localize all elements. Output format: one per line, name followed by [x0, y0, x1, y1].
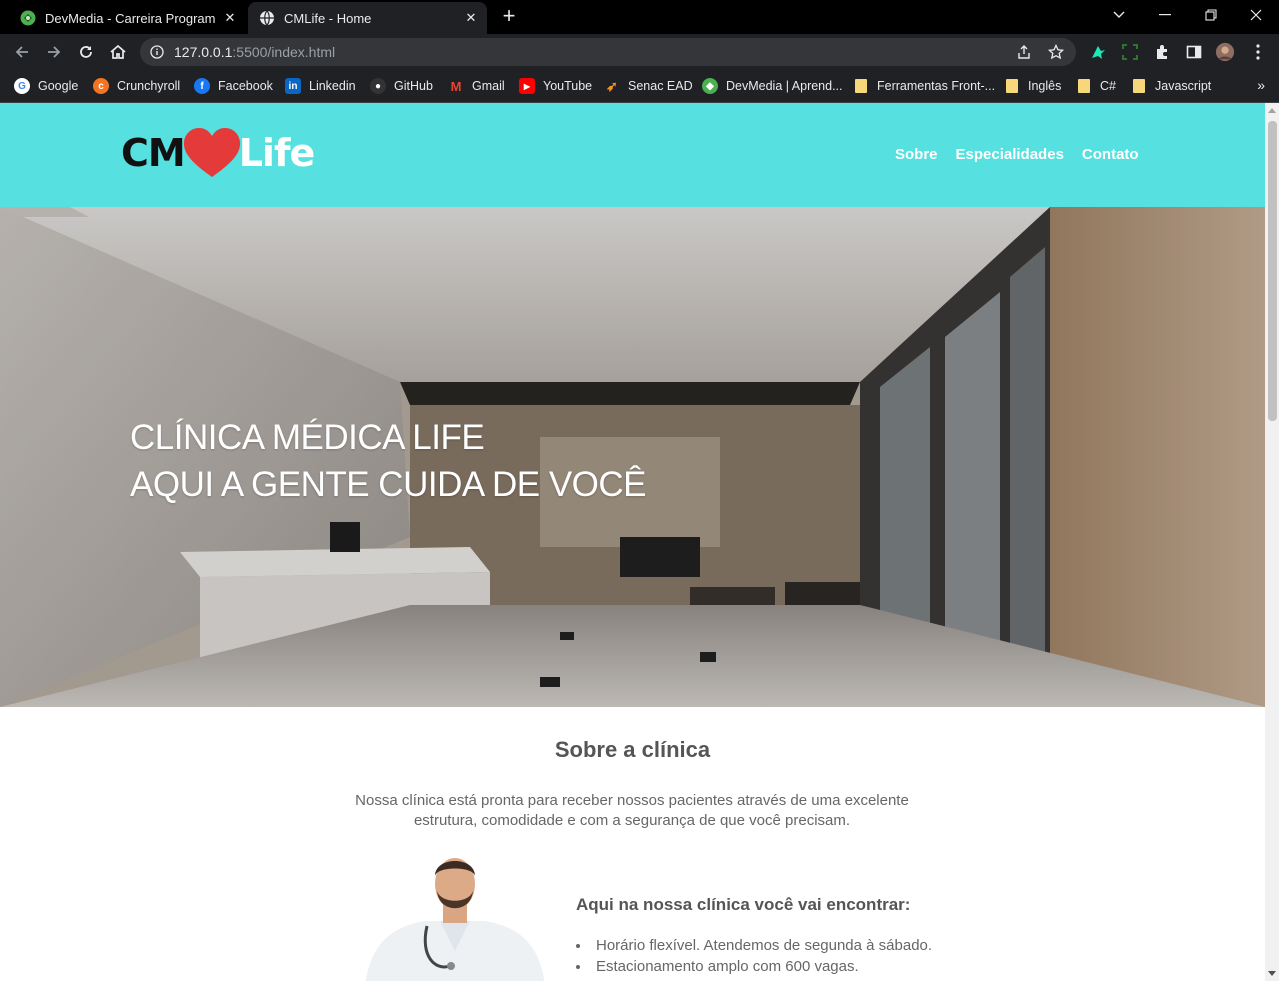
- scroll-up-icon[interactable]: [1268, 108, 1276, 113]
- features-title: Aqui na nossa clínica você vai encontrar…: [576, 895, 911, 914]
- youtube-icon: ▶: [519, 78, 535, 94]
- bookmark-google[interactable]: G Google: [14, 76, 78, 96]
- gmail-icon: M: [450, 78, 462, 94]
- more-bookmarks-icon[interactable]: »: [1257, 77, 1265, 93]
- bookmark-github[interactable]: ● GitHub: [370, 76, 433, 96]
- close-tab-icon[interactable]: ✕: [222, 10, 238, 26]
- devmedia-icon: [20, 10, 36, 26]
- extension-bird-icon[interactable]: [1088, 42, 1108, 62]
- scroll-down-icon[interactable]: [1268, 971, 1276, 976]
- github-icon: ●: [370, 78, 386, 94]
- hero-title-line-1: CLÍNICA MÉDICA LIFE: [130, 418, 485, 457]
- side-panel-icon[interactable]: [1184, 42, 1204, 62]
- nav-contato[interactable]: Contato: [1082, 146, 1139, 163]
- folder-icon: [1133, 79, 1145, 93]
- share-icon[interactable]: [1016, 44, 1032, 60]
- bookmark-crunchyroll[interactable]: c Crunchyroll: [93, 76, 180, 96]
- close-tab-icon[interactable]: ✕: [463, 10, 479, 26]
- profile-avatar[interactable]: [1215, 42, 1235, 62]
- main-nav: Sobre Especialidades Contato: [895, 146, 1157, 163]
- site-header: CM Life Sobre Especialidades Contato: [0, 103, 1265, 207]
- scrollbar-thumb[interactable]: [1268, 121, 1277, 421]
- heart-icon: [183, 128, 240, 177]
- google-icon: G: [14, 78, 30, 94]
- about-intro: Nossa clínica está pronta para receber n…: [355, 792, 909, 829]
- address-bar[interactable]: 127.0.0.1:5500/index.html: [140, 38, 1076, 66]
- page-viewport: CM Life Sobre Especialidades Contato CLÍ…: [0, 103, 1265, 981]
- close-window-icon[interactable]: [1233, 0, 1279, 30]
- bookmark-folder-javascript[interactable]: Javascript: [1133, 76, 1211, 96]
- bookmark-label: Javascript: [1155, 79, 1212, 93]
- bookmarks-bar: G Google c Crunchyroll f Facebook in Lin…: [0, 70, 1279, 103]
- bookmark-gmail[interactable]: M Gmail: [448, 76, 505, 96]
- forward-icon[interactable]: [42, 40, 66, 64]
- nav-sobre[interactable]: Sobre: [895, 146, 938, 163]
- bookmark-facebook[interactable]: f Facebook: [194, 76, 273, 96]
- doctor-image: [365, 858, 545, 981]
- back-icon[interactable]: [10, 40, 34, 64]
- bookmark-label: Gmail: [472, 79, 505, 93]
- restore-icon[interactable]: [1188, 0, 1234, 30]
- logo-text-right: Life: [238, 131, 316, 175]
- bookmark-label: GitHub: [394, 79, 433, 93]
- home-icon[interactable]: [106, 40, 130, 64]
- hero-banner: CLÍNICA MÉDICA LIFE AQUI A GENTE CUIDA D…: [0, 207, 1265, 707]
- features-list: Horário flexível. Atendemos de segunda à…: [576, 935, 932, 977]
- globe-icon: [260, 10, 274, 26]
- bookmark-label: DevMedia | Aprend...: [726, 79, 843, 93]
- tab-search-icon[interactable]: [1096, 0, 1142, 30]
- folder-icon: [1006, 79, 1018, 93]
- extensions-puzzle-icon[interactable]: [1152, 42, 1172, 62]
- bookmark-folder-ingles[interactable]: Inglês: [1006, 76, 1061, 96]
- tab-devmedia[interactable]: DevMedia - Carreira Programador ✕: [0, 2, 246, 34]
- bookmark-label: Facebook: [218, 79, 273, 93]
- bookmark-label: Senac EAD: [628, 79, 693, 93]
- hero-title: CLÍNICA MÉDICA LIFE AQUI A GENTE CUIDA D…: [130, 414, 647, 508]
- info-icon[interactable]: [150, 45, 164, 59]
- logo-text-left: CM: [121, 131, 186, 175]
- bookmark-label: Ferramentas Front-...: [877, 79, 996, 93]
- bookmark-label: Crunchyroll: [117, 79, 181, 93]
- folder-icon: [855, 79, 867, 93]
- browser-toolbar: 127.0.0.1:5500/index.html: [0, 34, 1279, 70]
- about-title: Sobre a clínica: [554, 737, 711, 762]
- list-item: Estacionamento amplo com 600 vagas.: [576, 956, 932, 977]
- crunchyroll-icon: c: [93, 78, 109, 94]
- list-item: Horário flexível. Atendemos de segunda à…: [576, 935, 932, 956]
- bookmark-folder-ferramentas[interactable]: Ferramentas Front-...: [855, 76, 995, 96]
- facebook-icon: f: [194, 78, 210, 94]
- extension-capture-icon[interactable]: [1120, 42, 1140, 62]
- tab-strip: DevMedia - Carreira Programador ✕ CMLife…: [0, 0, 1279, 34]
- new-tab-button[interactable]: +: [497, 5, 521, 29]
- linkedin-icon: in: [285, 78, 301, 94]
- tab-cmlife[interactable]: CMLife - Home ✕: [248, 2, 487, 34]
- bookmark-label: Google: [38, 79, 79, 93]
- nav-especialidades[interactable]: Especialidades: [956, 146, 1064, 163]
- site-logo[interactable]: CM Life: [121, 127, 316, 179]
- reload-icon[interactable]: [74, 40, 98, 64]
- bookmark-label: Linkedin: [309, 79, 356, 93]
- features-block: Aqui na nossa clínica você vai encontrar…: [576, 895, 932, 977]
- bookmark-folder-csharp[interactable]: C#: [1078, 76, 1116, 96]
- senac-icon: ➶: [606, 77, 618, 94]
- bookmark-star-icon[interactable]: [1048, 44, 1064, 60]
- hero-title-line-2: AQUI A GENTE CUIDA DE VOCÊ: [130, 465, 647, 504]
- bookmark-label: C#: [1100, 79, 1116, 93]
- bookmark-senac[interactable]: ➶ Senac EAD: [604, 76, 693, 96]
- page-scrollbar[interactable]: [1265, 103, 1279, 981]
- url-text: 127.0.0.1:5500/index.html: [174, 44, 336, 60]
- bookmark-linkedin[interactable]: in Linkedin: [285, 76, 356, 96]
- tab-title: CMLife - Home: [284, 10, 372, 26]
- bookmark-label: Inglês: [1028, 79, 1062, 93]
- bookmark-devmedia[interactable]: ◆ DevMedia | Aprend...: [702, 76, 843, 96]
- folder-icon: [1078, 79, 1090, 93]
- menu-kebab-icon[interactable]: [1248, 42, 1268, 62]
- tab-title: DevMedia - Carreira Programador: [45, 10, 216, 26]
- bookmark-label: YouTube: [543, 79, 593, 93]
- minimize-icon[interactable]: [1142, 0, 1188, 30]
- bookmark-youtube[interactable]: ▶ YouTube: [519, 76, 592, 96]
- devmedia-icon: ◆: [702, 78, 718, 94]
